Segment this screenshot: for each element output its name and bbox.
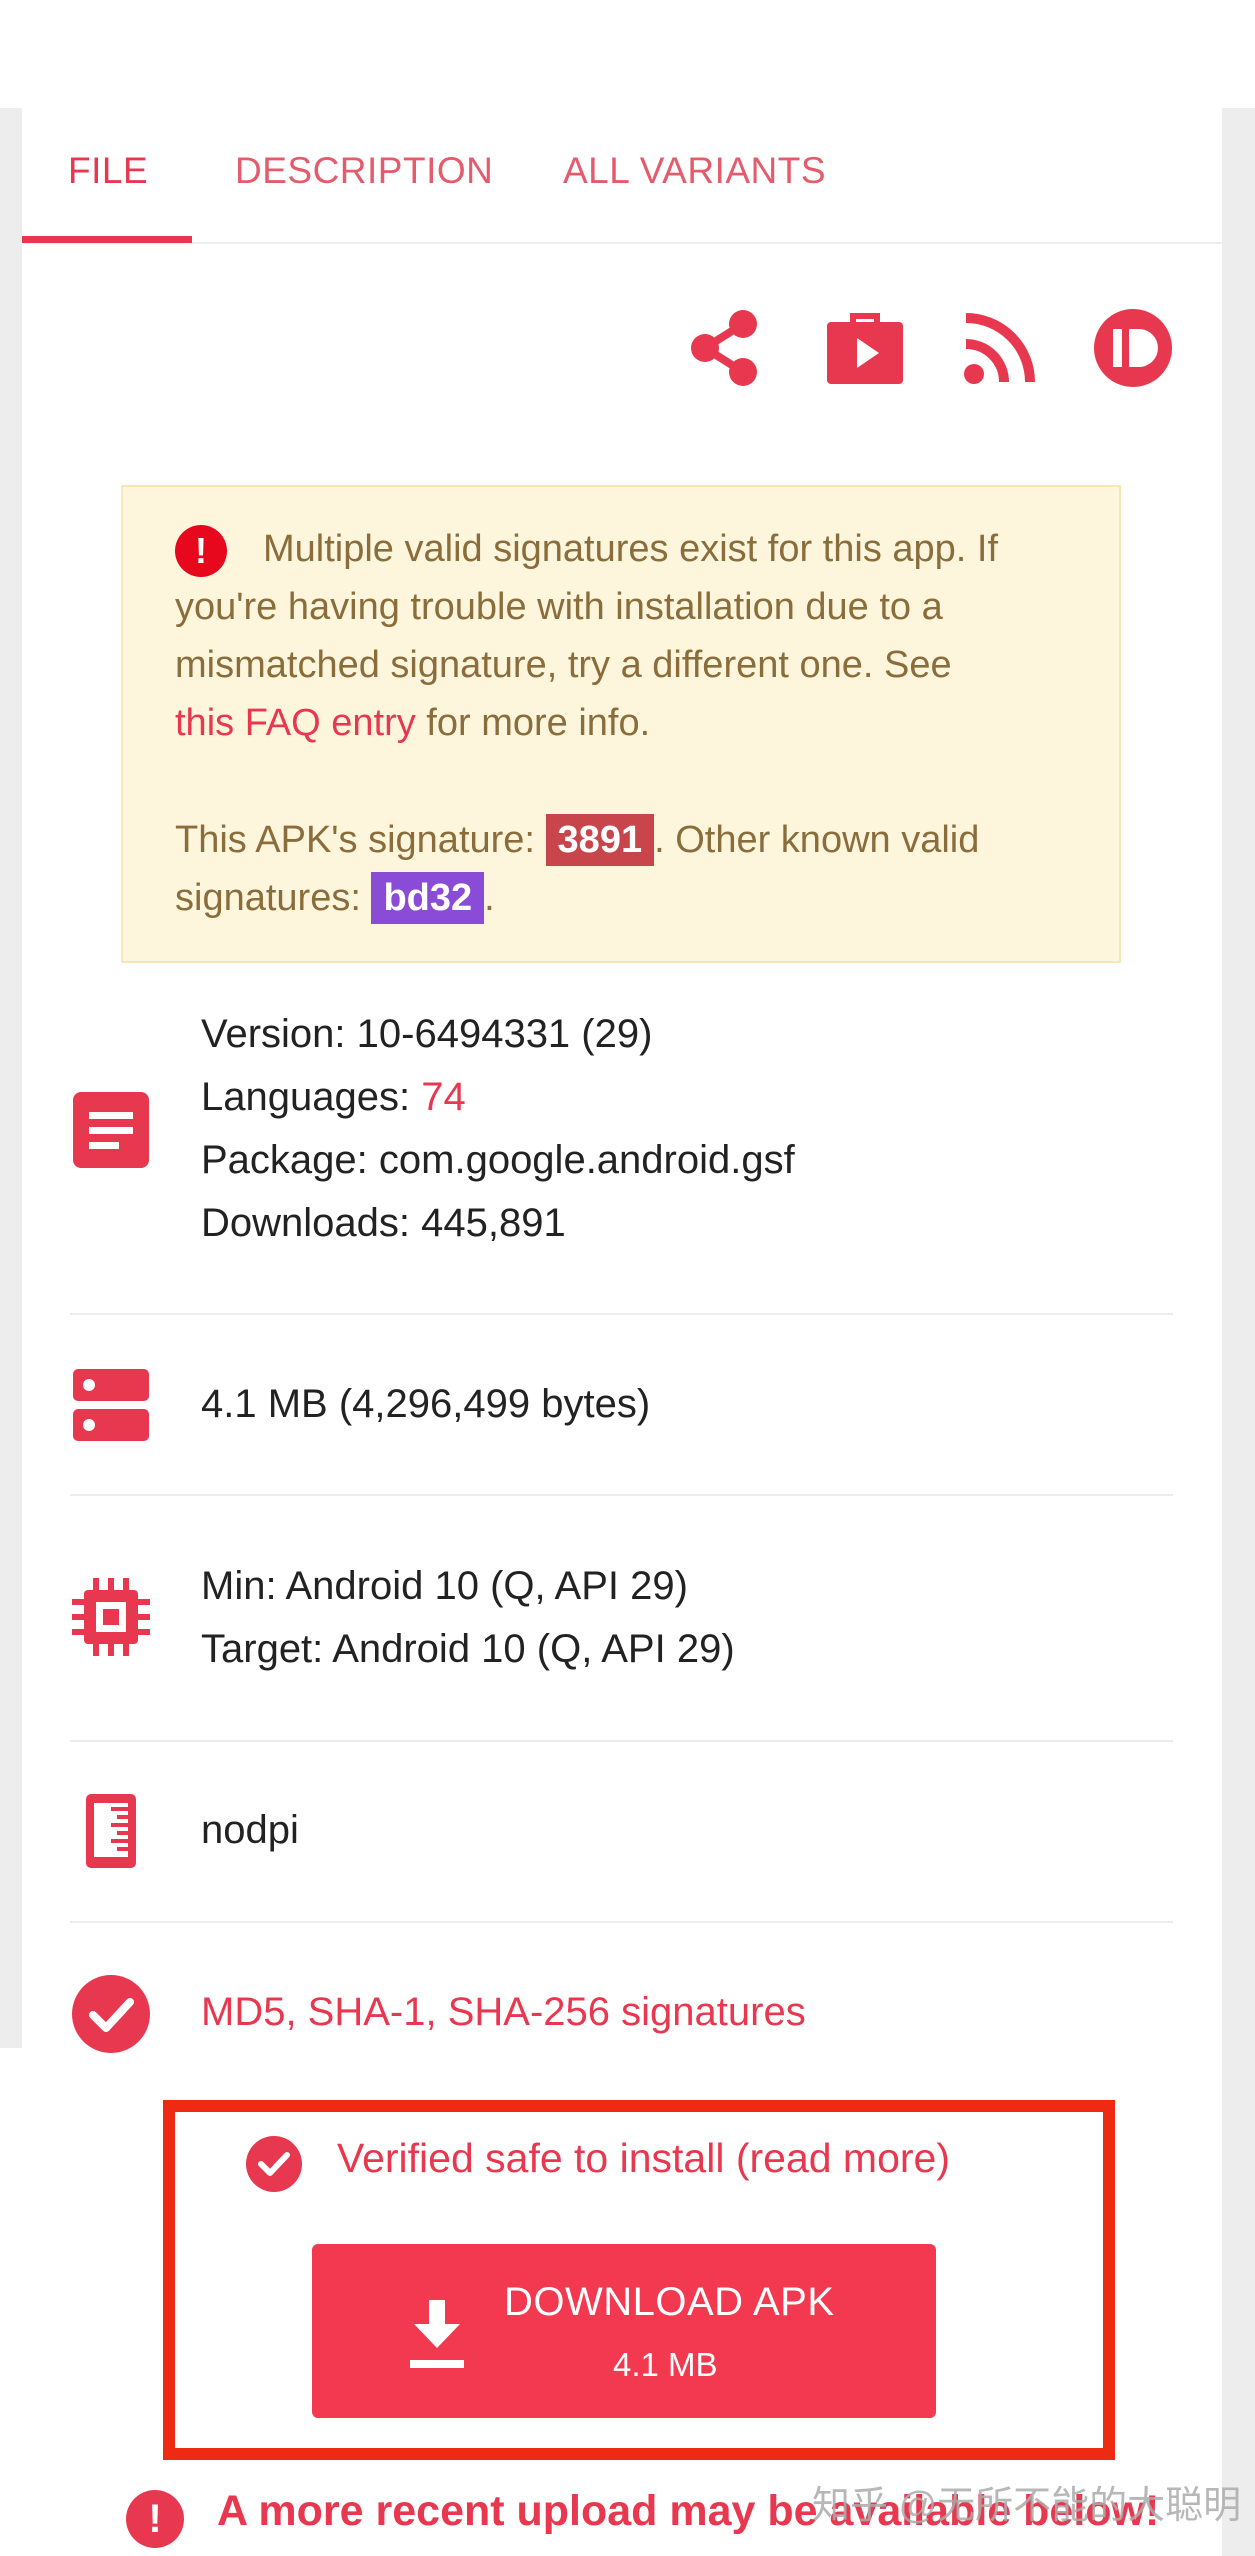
faq-link[interactable]: this FAQ entry: [175, 702, 416, 744]
version-text: Version: 10-6494331 (29): [201, 1012, 653, 1056]
signature-warning-box: ! Multiple valid signatures exist for th…: [121, 485, 1121, 963]
signature-badge[interactable]: bd32: [371, 872, 485, 924]
tab-description[interactable]: DESCRIPTION: [235, 150, 493, 192]
verified-safe-link[interactable]: Verified safe to install (read more): [337, 2135, 950, 2182]
dpi-text: nodpi: [201, 1808, 299, 1852]
screen-dpi-icon: [70, 1790, 152, 1872]
downloads-text: Downloads: 445,891: [201, 1201, 566, 1245]
play-store-icon[interactable]: [822, 305, 908, 391]
tab-all-variants[interactable]: ALL VARIANTS: [563, 150, 826, 192]
signature-badge[interactable]: 3891: [545, 814, 655, 866]
download-size: 4.1 MB: [613, 2346, 718, 2383]
tabs-divider: [22, 242, 1222, 244]
left-gutter: [0, 108, 22, 2048]
pushbullet-icon[interactable]: [1090, 305, 1176, 391]
warning-line: this FAQ entry for more info.: [175, 702, 651, 744]
download-icon: [406, 2300, 468, 2370]
right-gutter: [1222, 108, 1255, 2556]
verified-check-icon: [246, 2136, 302, 2192]
package-text: Package: com.google.android.gsf: [201, 1138, 795, 1182]
warning-line: you're having trouble with installation …: [175, 586, 943, 628]
rss-icon[interactable]: [957, 305, 1043, 391]
alert-icon: !: [126, 2490, 184, 2548]
file-size-text: 4.1 MB (4,296,499 bytes): [201, 1382, 651, 1426]
tab-file[interactable]: FILE: [68, 150, 148, 192]
share-icon[interactable]: [682, 305, 768, 391]
warning-line: mismatched signature, try a different on…: [175, 644, 952, 686]
languages-text: Languages: 74: [201, 1075, 466, 1119]
watermark: 知乎 @无所不能的大聪明: [812, 2485, 1242, 2527]
other-signatures-line: signatures: bd32.: [175, 869, 495, 927]
warning-line: Multiple valid signatures exist for this…: [263, 528, 999, 570]
alert-icon: !: [175, 525, 227, 577]
divider: [70, 1313, 1173, 1315]
signatures-link[interactable]: MD5, SHA-1, SHA-256 signatures: [201, 1981, 806, 2044]
chip-icon: [70, 1576, 152, 1658]
document-icon: [70, 1089, 152, 1171]
min-sdk-text: Min: Android 10 (Q, API 29): [201, 1564, 688, 1608]
divider: [70, 1494, 1173, 1496]
divider: [70, 1740, 1173, 1742]
check-circle-icon: [70, 1973, 152, 2055]
divider: [70, 1921, 1173, 1923]
download-apk-button[interactable]: DOWNLOAD APK 4.1 MB: [312, 2244, 936, 2418]
languages-link[interactable]: 74: [421, 1075, 466, 1119]
apk-signature-line: This APK's signature: 3891. Other known …: [175, 811, 979, 869]
target-sdk-text: Target: Android 10 (Q, API 29): [201, 1627, 735, 1671]
active-tab-indicator: [22, 236, 192, 243]
storage-icon: [70, 1364, 152, 1446]
download-label: DOWNLOAD APK: [504, 2280, 835, 2324]
